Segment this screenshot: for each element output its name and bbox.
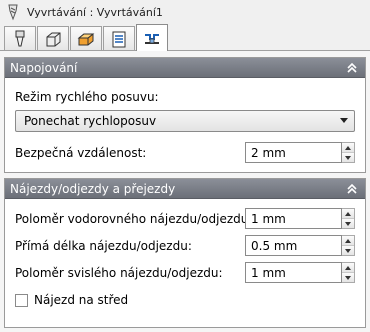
leads-panel-title: Nájezdy/odjezdy a přejezdy <box>10 181 176 196</box>
arrow-down-icon <box>345 221 351 226</box>
settings-content: Napojování Režim rychlého posuvu: Ponech… <box>0 51 370 332</box>
tab-linking[interactable] <box>136 24 168 52</box>
arrow-down-icon <box>345 248 351 253</box>
lead-to-center-checkbox[interactable] <box>15 293 28 307</box>
double-chevron-up-icon <box>347 183 357 194</box>
linear-length-field[interactable]: 0.5 mm <box>245 235 342 256</box>
safe-distance-field[interactable]: 2 mm <box>245 142 342 163</box>
leads-panel-header[interactable]: Nájezdy/odjezdy a přejezdy <box>5 179 365 199</box>
spin-down-button[interactable] <box>342 245 354 255</box>
safe-distance-label: Bezpečná vzdálenost: <box>15 146 147 160</box>
vertical-radius-field[interactable]: 1 mm <box>245 262 342 283</box>
arrow-up-icon <box>345 145 351 150</box>
rapid-mode-label: Režim rychlého posuvu: <box>15 90 159 104</box>
tool-icon <box>15 30 25 46</box>
title-bar: Vyvrtávání : Vyvrtávání1 <box>0 0 370 24</box>
linear-length-label: Přímá délka nájezdu/odjezdu: <box>15 239 192 253</box>
heights-icon <box>77 33 95 45</box>
vertical-radius-label: Poloměr svislého nájezdu/odjezdu: <box>15 266 223 280</box>
linking-panel-header[interactable]: Napojování <box>5 58 365 78</box>
rapid-mode-select[interactable]: Ponechat rychloposuv <box>15 110 355 132</box>
arrow-up-icon <box>345 211 351 216</box>
arrow-down-icon <box>345 155 351 160</box>
chevron-down-icon <box>340 118 348 123</box>
tab-parameters[interactable] <box>103 26 135 50</box>
spin-up-button[interactable] <box>342 236 354 245</box>
arrow-up-icon <box>345 265 351 270</box>
window-title: Vyvrtávání : Vyvrtávání1 <box>27 5 163 19</box>
arrow-down-icon <box>345 275 351 280</box>
collapse-icon[interactable] <box>345 61 359 75</box>
safe-distance-spinner[interactable]: 2 mm <box>245 142 355 163</box>
tab-geometry[interactable] <box>37 26 69 50</box>
lead-to-center-label: Nájezd na střed <box>34 293 129 307</box>
spin-down-button[interactable] <box>342 272 354 282</box>
lead-to-center-row[interactable]: Nájezd na střed <box>15 289 355 311</box>
spin-up-button[interactable] <box>342 263 354 272</box>
tab-strip <box>0 24 370 52</box>
vertical-radius-spinner[interactable]: 1 mm <box>245 262 355 283</box>
rapid-mode-row: Režim rychlého posuvu: <box>15 86 355 108</box>
linking-icon <box>145 33 159 44</box>
geometry-icon <box>46 32 61 46</box>
collapse-icon[interactable] <box>345 182 359 196</box>
linear-length-spinner[interactable]: 0.5 mm <box>245 235 355 256</box>
spin-up-button[interactable] <box>342 209 354 218</box>
horizontal-radius-spinner[interactable]: 1 mm <box>245 208 355 229</box>
spin-down-button[interactable] <box>342 218 354 228</box>
spin-down-button[interactable] <box>342 152 354 162</box>
parameters-icon <box>112 31 126 47</box>
linking-panel-title: Napojování <box>10 60 78 75</box>
leads-panel: Nájezdy/odjezdy a přejezdy Poloměr vodor… <box>4 178 366 328</box>
horizontal-radius-label: Poloměr vodorovného nájezdu/odjezdu: <box>15 212 253 226</box>
spin-up-button[interactable] <box>342 143 354 152</box>
arrow-up-icon <box>345 238 351 243</box>
drill-icon <box>8 4 18 21</box>
tab-tool[interactable] <box>4 26 36 50</box>
linking-panel: Napojování Režim rychlého posuvu: Ponech… <box>4 57 366 173</box>
double-chevron-up-icon <box>347 62 357 73</box>
tab-heights[interactable] <box>70 26 102 50</box>
rapid-mode-value: Ponechat rychloposuv <box>24 114 157 128</box>
horizontal-radius-field[interactable]: 1 mm <box>245 208 342 229</box>
